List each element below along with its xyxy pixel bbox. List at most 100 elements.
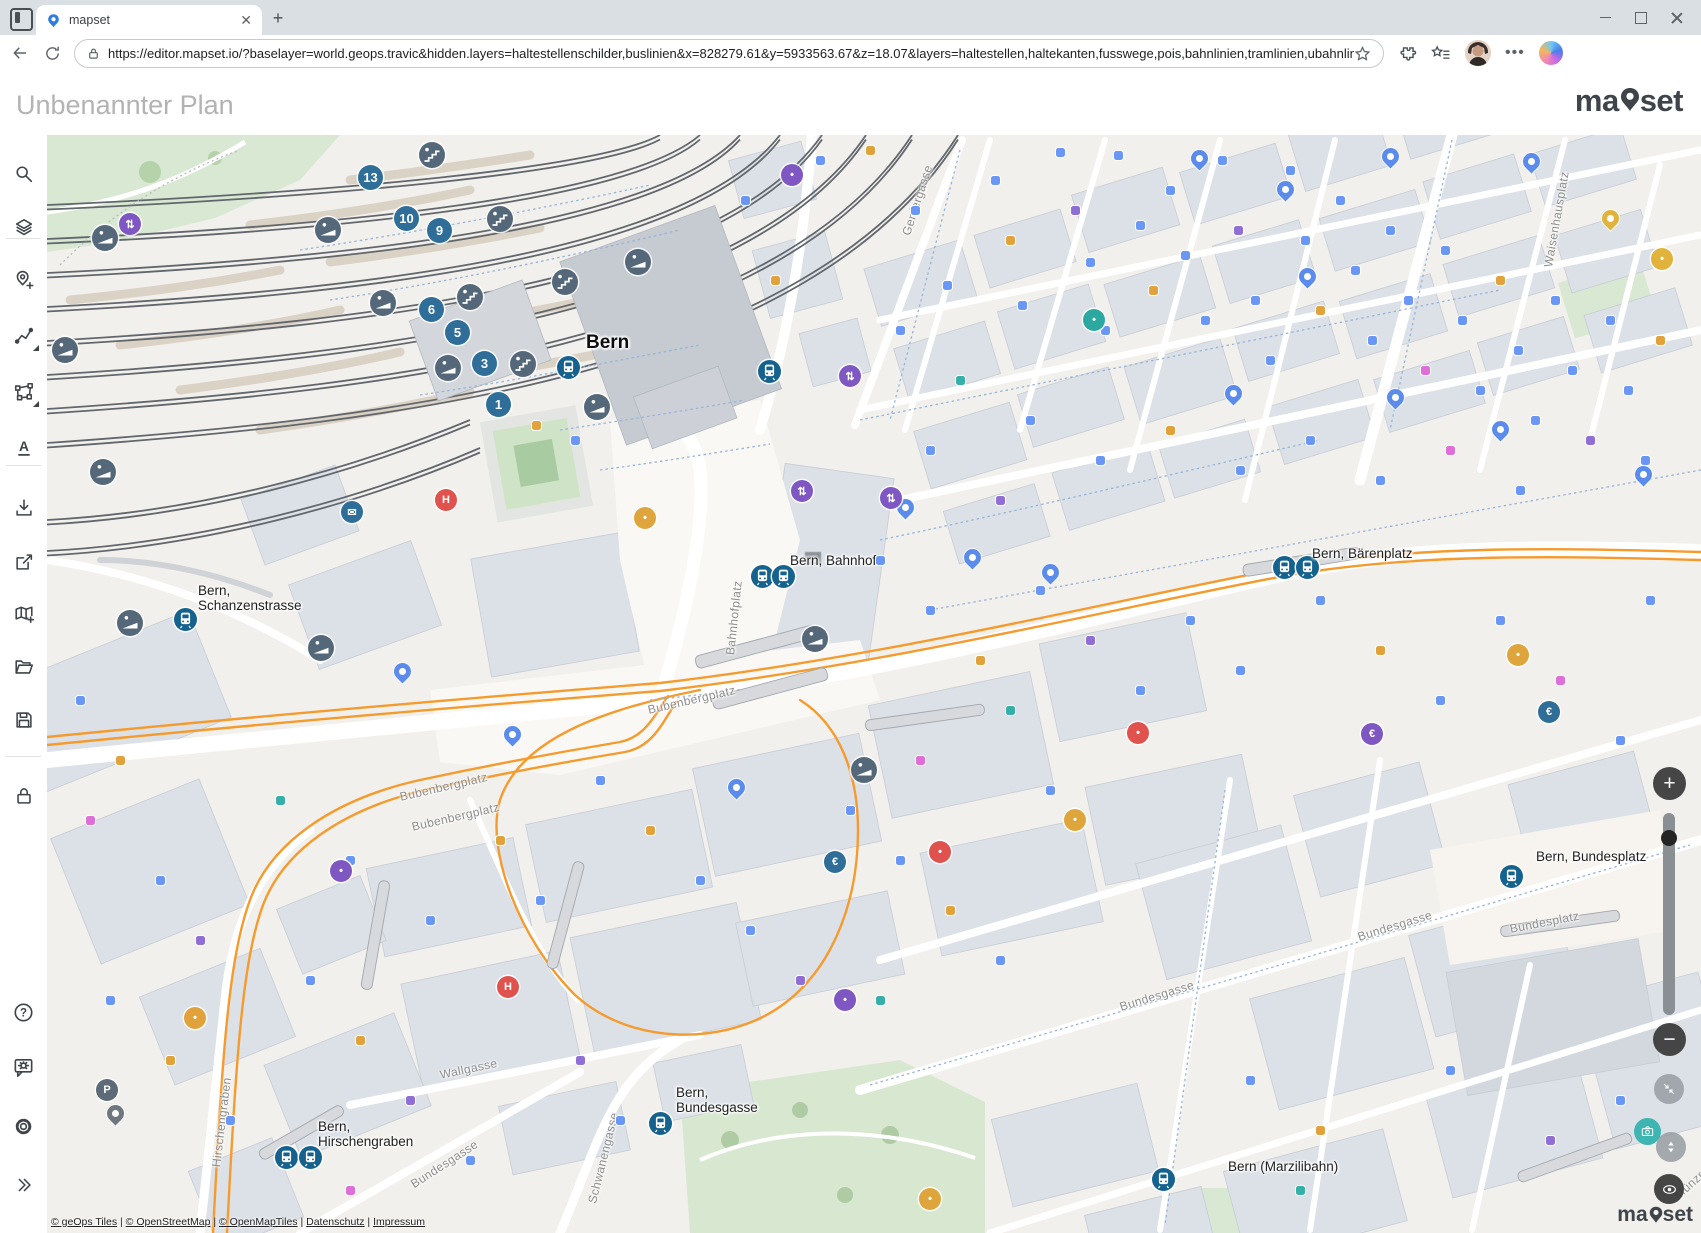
poi-dot[interactable] [946,906,955,915]
fit-extent-button[interactable] [1654,1074,1684,1104]
poi-dot[interactable] [1606,316,1615,325]
transform-button[interactable] [7,375,40,408]
poi-pin[interactable] [1488,417,1512,441]
poi-dot[interactable] [1376,646,1385,655]
poi-circle[interactable]: • [929,841,951,863]
ramp-icon[interactable] [117,610,143,636]
stairs-icon[interactable] [419,142,445,168]
poi-dot[interactable] [991,176,1000,185]
poi-dot[interactable] [866,146,875,155]
poi-circle[interactable]: H [497,976,519,998]
platform-number-badge[interactable]: 1 [486,392,511,417]
poi-dot[interactable] [1496,616,1505,625]
address-bar[interactable]: https://editor.mapset.io/?baselayer=worl… [74,39,1384,68]
poi-dot[interactable] [496,836,505,845]
ramp-icon[interactable] [90,459,116,485]
poi-dot[interactable] [926,606,935,615]
ramp-icon[interactable] [92,225,118,251]
platform-number-badge[interactable]: 13 [358,165,383,190]
poi-dot[interactable] [1136,686,1145,695]
poi-pin[interactable] [1383,385,1407,409]
platform-number-badge[interactable]: 9 [427,218,452,243]
poi-dot[interactable] [346,1186,355,1195]
attribution-link[interactable]: © OpenStreetMap [126,1216,211,1228]
lock-plan-button[interactable] [7,779,40,812]
poi-dot[interactable] [1556,676,1565,685]
poi-dot[interactable] [1386,226,1395,235]
download-button[interactable] [7,491,40,524]
poi-dot[interactable] [156,876,165,885]
poi-circle[interactable]: • [1064,809,1086,831]
back-button[interactable] [8,41,32,65]
poi-pin[interactable] [1221,381,1245,405]
ramp-icon[interactable] [802,626,828,652]
poi-dot[interactable] [896,326,905,335]
poi-dot[interactable] [1656,336,1665,345]
poi-dot[interactable] [116,756,125,765]
bookmark-star-icon[interactable] [1354,45,1371,62]
search-button[interactable] [7,157,40,190]
poi-circle[interactable]: P [96,1079,118,1101]
poi-dot[interactable] [1149,286,1158,295]
poi-dot[interactable] [1006,236,1015,245]
save-plan-button[interactable] [7,703,40,736]
poi-circle[interactable]: • [634,507,656,529]
poi-circle[interactable]: • [1507,644,1529,666]
poi-dot[interactable] [536,896,545,905]
poi-dot[interactable] [226,1116,235,1125]
poi-pin[interactable] [724,775,748,799]
poi-pin[interactable] [1378,144,1402,168]
ramp-icon[interactable] [584,394,610,420]
poi-dot[interactable] [896,856,905,865]
poi-dot[interactable] [166,1056,175,1065]
collapse-sidebar-button[interactable] [7,1168,40,1201]
stairs-icon[interactable] [552,269,578,295]
transit-stop-icon[interactable] [174,608,197,631]
poi-dot[interactable] [1458,316,1467,325]
poi-dot[interactable] [1046,786,1055,795]
help-button[interactable]: ? [7,996,40,1029]
poi-pin[interactable] [1187,146,1211,170]
poi-dot[interactable] [976,656,985,665]
export-button[interactable] [7,545,40,578]
poi-dot[interactable] [1166,426,1175,435]
poi-dot[interactable] [466,1156,475,1165]
poi-dot[interactable] [876,556,885,565]
poi-dot[interactable] [1476,386,1485,395]
poi-dot[interactable] [1096,456,1105,465]
poi-dot[interactable] [106,996,115,1005]
poi-dot[interactable] [876,996,885,1005]
poi-circle[interactable]: • [834,989,856,1011]
poi-dot[interactable] [1236,466,1245,475]
poi-pin[interactable] [1598,206,1622,230]
poi-pin[interactable] [1273,177,1297,201]
tab-close-icon[interactable]: ✕ [240,12,252,29]
poi-dot[interactable] [1236,666,1245,675]
screenshot-button[interactable] [1634,1118,1661,1145]
poi-circle[interactable]: ⇅ [791,480,813,502]
poi-dot[interactable] [1441,246,1450,255]
poi-pin[interactable] [1519,149,1543,173]
poi-pin[interactable] [500,722,524,746]
poi-dot[interactable] [1056,148,1065,157]
stairs-icon[interactable] [457,284,483,310]
poi-dot[interactable] [1351,266,1360,275]
poi-dot[interactable] [1368,336,1377,345]
poi-dot[interactable] [996,956,1005,965]
attribution-link[interactable]: © geOps Tiles [51,1216,117,1228]
poi-dot[interactable] [646,826,655,835]
new-tab-button[interactable]: + [268,8,288,28]
poi-pin[interactable] [390,659,414,683]
poi-dot[interactable] [1421,366,1430,375]
poi-dot[interactable] [1496,276,1505,285]
poi-dot[interactable] [771,276,780,285]
poi-dot[interactable] [1616,736,1625,745]
poi-circle[interactable]: • [919,1188,941,1210]
poi-circle[interactable]: ⇅ [880,487,902,509]
poi-circle[interactable]: € [1538,701,1560,723]
transit-stop-icon[interactable] [1152,1168,1175,1191]
window-minimize-button[interactable] [1600,17,1611,19]
new-plan-button[interactable] [7,597,40,630]
poi-pin[interactable] [1295,264,1319,288]
platform-number-badge[interactable]: 6 [419,297,444,322]
